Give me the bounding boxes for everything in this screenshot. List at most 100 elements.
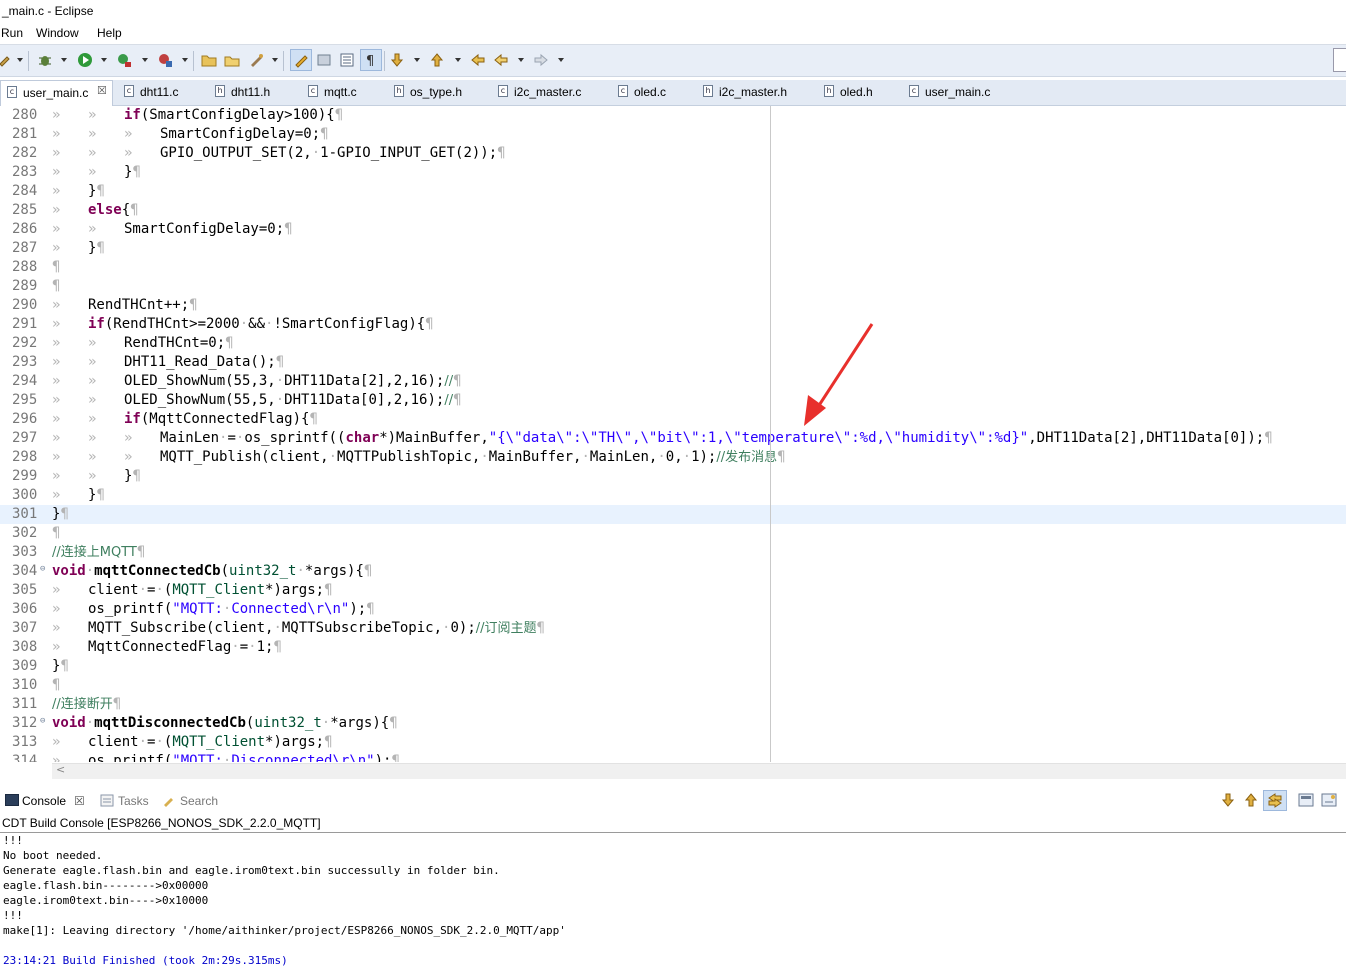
- tab-os-type-h[interactable]: h os_type.h: [388, 80, 492, 105]
- coverage-icon[interactable]: [157, 52, 173, 68]
- tab-tasks[interactable]: Tasks: [118, 794, 149, 808]
- code-line[interactable]: 308 » MqttConnectedFlag·=·1;¶: [0, 638, 1346, 657]
- code-line[interactable]: 290 » RendTHCnt++;¶: [0, 296, 1346, 315]
- code-line[interactable]: 294 » » OLED_ShowNum(55,3,·DHT11Data[2],2…: [0, 372, 1346, 391]
- line-code: » MqttConnectedFlag·=·1;¶: [52, 639, 282, 655]
- menu-window[interactable]: Window: [36, 26, 79, 40]
- display-console-icon[interactable]: [1298, 792, 1314, 808]
- line-number: 291: [12, 316, 38, 332]
- tab-user-main-c-2[interactable]: c user_main.c: [903, 80, 1013, 105]
- code-line[interactable]: 305 » client·=·(MQTT_Client*)args;¶: [0, 581, 1346, 600]
- previous-annotation-icon[interactable]: [429, 52, 445, 68]
- open-type-icon[interactable]: [224, 52, 240, 68]
- tab-oled-c[interactable]: c oled.c: [612, 80, 696, 105]
- external-tools-dropdown[interactable]: [142, 58, 148, 62]
- tab-search[interactable]: Search: [180, 794, 218, 808]
- link-with-editor-icon[interactable]: [1267, 792, 1283, 808]
- code-line[interactable]: 295 » » OLED_ShowNum(55,5,·DHT11Data[0],2…: [0, 391, 1346, 410]
- code-line[interactable]: 302 ¶: [0, 524, 1346, 543]
- code-line[interactable]: 301}¶: [0, 505, 1346, 524]
- tab-label: user_main.c: [925, 85, 991, 99]
- tab-dht11-c[interactable]: c dht11.c: [118, 80, 208, 105]
- scroll-up-icon[interactable]: [1243, 792, 1259, 808]
- code-line[interactable]: 304 ⊖ void·mqttConnectedCb(uint32_t·*args)…: [0, 562, 1346, 581]
- code-line[interactable]: 281 » » » SmartConfigDelay=0;¶: [0, 125, 1346, 144]
- quick-access-input[interactable]: [1333, 48, 1346, 72]
- next-annotation-icon[interactable]: [389, 52, 405, 68]
- brush-dropdown[interactable]: [272, 58, 278, 62]
- scroll-left-icon[interactable]: <: [56, 763, 65, 776]
- menu-run[interactable]: Run: [1, 26, 23, 40]
- line-number: 299: [12, 468, 38, 484]
- code-line[interactable]: 314 » os_printf("MQTT:·Disconnected\r\n")…: [0, 752, 1346, 762]
- code-line[interactable]: 303 //连接上MQTT¶: [0, 543, 1346, 562]
- fold-icon[interactable]: ⊖: [40, 560, 45, 579]
- code-line[interactable]: 307 » MQTT_Subscribe(client,·MQTTSubscrib…: [0, 619, 1346, 638]
- code-editor[interactable]: 280 » » if(SmartConfigDelay>100){¶ 281 » » …: [0, 106, 1346, 762]
- previous-annotation-dropdown[interactable]: [455, 58, 461, 62]
- brush-icon[interactable]: [248, 52, 264, 68]
- tab-i2c-master-c[interactable]: c i2c_master.c: [492, 80, 612, 105]
- back-icon[interactable]: [493, 52, 509, 68]
- code-line[interactable]: 299 » » }¶: [0, 467, 1346, 486]
- code-line[interactable]: 293 » » DHT11_Read_Data();¶: [0, 353, 1346, 372]
- close-icon[interactable]: ☒: [74, 794, 85, 808]
- fold-icon[interactable]: ⊖: [40, 712, 45, 731]
- code-line[interactable]: 298 » » » MQTT_Publish(client,·MQTTPublis…: [0, 448, 1346, 467]
- block-selection-icon[interactable]: [339, 52, 355, 68]
- scroll-down-icon[interactable]: [1220, 792, 1236, 808]
- line-number: 306: [12, 601, 38, 617]
- forward-icon[interactable]: [533, 52, 549, 68]
- open-folder-icon[interactable]: [201, 52, 217, 68]
- code-line[interactable]: 285 » else{¶: [0, 201, 1346, 220]
- code-line[interactable]: 311 //连接断开¶: [0, 695, 1346, 714]
- menu-help[interactable]: Help: [97, 26, 122, 40]
- code-line[interactable]: 291 » if(RendTHCnt>=2000·&&·!SmartConfigF…: [0, 315, 1346, 334]
- code-line[interactable]: 288 ¶: [0, 258, 1346, 277]
- run-icon[interactable]: [77, 52, 93, 68]
- toggle-breadcrumb-icon[interactable]: [316, 52, 332, 68]
- code-line[interactable]: 287 » }¶: [0, 239, 1346, 258]
- coverage-dropdown[interactable]: [182, 58, 188, 62]
- code-line[interactable]: 312 ⊖ void·mqttDisconnectedCb(uint32_t·*ar…: [0, 714, 1346, 733]
- code-line[interactable]: 306 » os_printf("MQTT:·Connected\r\n");¶: [0, 600, 1346, 619]
- console-output[interactable]: !!! No boot needed. Generate eagle.flash.b…: [3, 833, 1343, 968]
- tab-console[interactable]: Console: [22, 794, 66, 808]
- line-code: » if(RendTHCnt>=2000·&&·!SmartConfigFlag…: [52, 316, 434, 332]
- show-whitespace-icon[interactable]: ¶: [363, 52, 379, 68]
- forward-dropdown[interactable]: [558, 58, 564, 62]
- build-dropdown[interactable]: [17, 58, 23, 62]
- run-dropdown[interactable]: [101, 58, 107, 62]
- tab-user-main-c[interactable]: c user_main.c ☒: [0, 80, 113, 106]
- tab-mqtt-c[interactable]: c mqtt.c: [302, 80, 386, 105]
- code-line[interactable]: 289 ¶: [0, 277, 1346, 296]
- line-code: » client·=·(MQTT_Client*)args;¶: [52, 734, 333, 750]
- line-number: 295: [12, 392, 38, 408]
- close-icon[interactable]: ☒: [97, 84, 107, 97]
- code-line[interactable]: 296 » » if(MqttConnectedFlag){¶: [0, 410, 1346, 429]
- code-line[interactable]: 282 » » » GPIO_OUTPUT_SET(2,·1-GPIO_INPUT…: [0, 144, 1346, 163]
- tab-i2c-master-h[interactable]: h i2c_master.h: [697, 80, 817, 105]
- code-line[interactable]: 284 » }¶: [0, 182, 1346, 201]
- editor-horizontal-scrollbar[interactable]: <: [52, 763, 1346, 779]
- mark-occurrences-icon[interactable]: [293, 52, 309, 68]
- debug-dropdown[interactable]: [61, 58, 67, 62]
- build-icon[interactable]: [0, 52, 12, 68]
- last-edit-location-icon[interactable]: [470, 52, 486, 68]
- new-console-icon[interactable]: [1321, 792, 1337, 808]
- code-line[interactable]: 313 » client·=·(MQTT_Client*)args;¶: [0, 733, 1346, 752]
- debug-icon[interactable]: [37, 52, 53, 68]
- back-dropdown[interactable]: [518, 58, 524, 62]
- code-line[interactable]: 292 » » RendTHCnt=0;¶: [0, 334, 1346, 353]
- tab-oled-h[interactable]: h oled.h: [818, 80, 902, 105]
- code-line[interactable]: 280 » » if(SmartConfigDelay>100){¶: [0, 106, 1346, 125]
- code-line[interactable]: 297 » » » MainLen·=·os_sprintf((char*)Mai…: [0, 429, 1346, 448]
- external-tools-icon[interactable]: [116, 52, 132, 68]
- code-line[interactable]: 283 » » }¶: [0, 163, 1346, 182]
- next-annotation-dropdown[interactable]: [414, 58, 420, 62]
- code-line[interactable]: 300 » }¶: [0, 486, 1346, 505]
- code-line[interactable]: 286 » » SmartConfigDelay=0;¶: [0, 220, 1346, 239]
- tab-dht11-h[interactable]: h dht11.h: [209, 80, 299, 105]
- code-line[interactable]: 309}¶: [0, 657, 1346, 676]
- code-line[interactable]: 310 ¶: [0, 676, 1346, 695]
